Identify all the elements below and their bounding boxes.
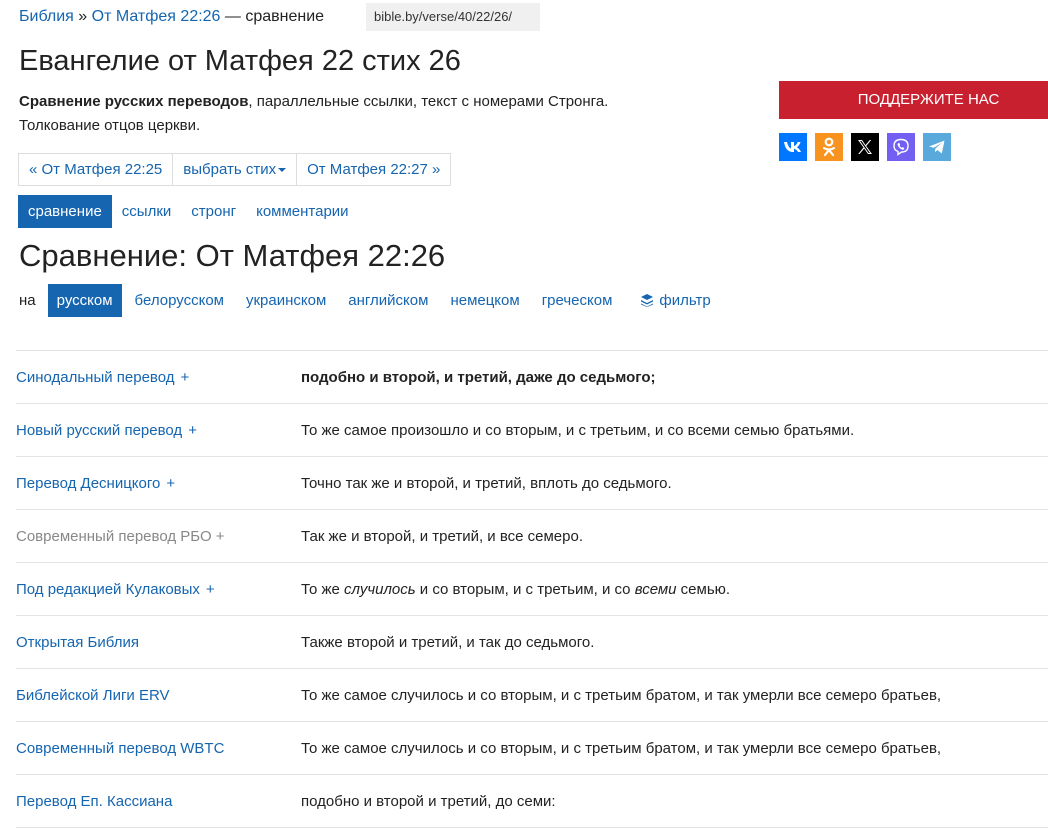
tab-comparison[interactable]: сравнение (18, 195, 112, 228)
prev-verse-link[interactable]: « От Матфея 22:25 (19, 154, 174, 185)
language-english[interactable]: английском (339, 284, 437, 317)
breadcrumb-separator: » (78, 8, 88, 25)
intro-bold: Сравнение русских переводов (19, 93, 249, 110)
translation-name: Современный перевод РБО (16, 527, 212, 545)
translation-name-link[interactable]: Перевод Десницкого + (16, 475, 301, 492)
language-ukrainian[interactable]: украинском (237, 284, 335, 317)
translation-row: Перевод Еп. Кассиана подобно и второй и … (16, 775, 1048, 828)
translation-name-link[interactable]: Синодальный перевод + (16, 369, 301, 386)
translation-name-link[interactable]: Библейской Лиги ERV (16, 687, 301, 704)
language-german[interactable]: немецком (441, 284, 528, 317)
filter-button[interactable]: фильтр (641, 292, 711, 309)
translation-name-link[interactable]: Современный перевод WBTC (16, 740, 301, 757)
telegram-icon[interactable] (923, 133, 951, 161)
support-button[interactable]: ПОДДЕРЖИТЕ НАС (779, 81, 1048, 119)
translation-row: Под редакцией Кулаковых + То же случилось… (16, 563, 1048, 616)
view-tabs: сравнение ссылки стронг комментарии (18, 195, 359, 228)
translations-list: Синодальный перевод + подобно и второй, и… (16, 350, 1048, 828)
language-prefix: на (19, 292, 36, 309)
language-belarusian[interactable]: белорусском (126, 284, 233, 317)
x-icon[interactable] (851, 133, 879, 161)
translation-name-link[interactable]: Новый русский перевод + (16, 422, 301, 439)
translation-row: Новый русский перевод + То же самое произ… (16, 404, 1048, 457)
tab-comments[interactable]: комментарии (246, 195, 358, 228)
translation-text: То же самое произошло и со вторым, и с т… (301, 421, 855, 439)
language-russian[interactable]: русском (47, 284, 122, 317)
select-verse-label: выбрать стих (183, 161, 277, 178)
text-part-italic: случилось (344, 580, 416, 598)
section-title: Сравнение: От Матфея 22:26 (19, 238, 446, 273)
next-verse-link[interactable]: От Матфея 22:27 » (297, 154, 450, 185)
page-intro: Сравнение русских переводов, параллельны… (19, 90, 679, 138)
translation-row: Библейской Лиги ERV То же самое случилос… (16, 669, 1048, 722)
plus-icon[interactable]: + (216, 528, 225, 545)
translation-text: Так же и второй, и третий, и все семеро. (301, 527, 584, 545)
translation-name: Синодальный перевод (16, 368, 175, 386)
text-part: семью. (676, 580, 731, 598)
select-verse-dropdown[interactable]: выбрать стих (173, 154, 298, 185)
layers-icon (641, 294, 654, 307)
text-part: и со вторым, и с третьим, и со (415, 580, 635, 598)
translation-name-link[interactable]: Современный перевод РБО + (16, 528, 301, 545)
filter-label: фильтр (659, 292, 711, 309)
translation-name-link[interactable]: Открытая Библия (16, 634, 301, 651)
translation-row: Открытая Библия Также второй и третий, и… (16, 616, 1048, 669)
translation-text: То же случилось и со вторым, и с третьим… (301, 581, 730, 598)
verse-navigation: « От Матфея 22:25 выбрать стих От Матфея… (18, 153, 452, 186)
translation-row: Синодальный перевод + подобно и второй, и… (16, 351, 1048, 404)
text-part-italic: всеми (634, 580, 677, 598)
breadcrumb-verse-link[interactable]: От Матфея 22:26 (92, 8, 221, 25)
plus-icon[interactable]: + (166, 475, 175, 492)
social-share (779, 133, 959, 161)
plus-icon[interactable]: + (188, 422, 197, 439)
text-part: То же (301, 580, 345, 598)
translation-name-link[interactable]: Перевод Еп. Кассиана (16, 793, 301, 810)
translation-name-link[interactable]: Под редакцией Кулаковых + (16, 581, 301, 598)
breadcrumb: Библия » От Матфея 22:26 — сравнение (19, 8, 324, 26)
viber-icon[interactable] (887, 133, 915, 161)
translation-text: То же самое случилось и со вторым, и с т… (301, 686, 942, 704)
language-greek[interactable]: греческом (533, 284, 622, 317)
language-selector: на русском белорусском украинском англий… (19, 284, 711, 317)
url-label: bible.by/verse/40/22/26/ (366, 3, 540, 31)
tab-references[interactable]: ссылки (112, 195, 181, 228)
breadcrumb-suffix: — сравнение (224, 8, 325, 25)
page-title: Евангелие от Матфея 22 стих 26 (19, 45, 461, 77)
plus-icon[interactable]: + (181, 369, 190, 386)
translation-text: То же самое случилось и со вторым, и с т… (301, 739, 942, 757)
translation-row: Перевод Десницкого + Точно так же и второ… (16, 457, 1048, 510)
translation-name: Перевод Десницкого (16, 474, 161, 492)
tab-strong[interactable]: стронг (181, 195, 246, 228)
translation-text: Точно так же и второй, и третий, вплоть … (301, 474, 672, 492)
intro-line2: Толкование отцов церкви. (19, 117, 201, 134)
odnoklassniki-icon[interactable] (815, 133, 843, 161)
translation-name: Новый русский перевод (16, 421, 183, 439)
translation-text: Также второй и третий, и так до седьмого… (301, 633, 595, 651)
translation-row: Современный перевод WBTC То же самое слу… (16, 722, 1048, 775)
translation-name: Под редакцией Кулаковых (16, 580, 200, 598)
breadcrumb-home-link[interactable]: Библия (19, 8, 74, 25)
translation-text: подобно и второй, и третий, даже до седь… (301, 368, 656, 386)
plus-icon[interactable]: + (206, 581, 215, 598)
vk-icon[interactable] (779, 133, 807, 161)
translation-row: Современный перевод РБО + Так же и второ… (16, 510, 1048, 563)
intro-line1: , параллельные ссылки, текст с номерами … (248, 93, 609, 110)
caret-down-icon (278, 168, 287, 173)
translation-text: подобно и второй и третий, до семи: (301, 792, 556, 810)
